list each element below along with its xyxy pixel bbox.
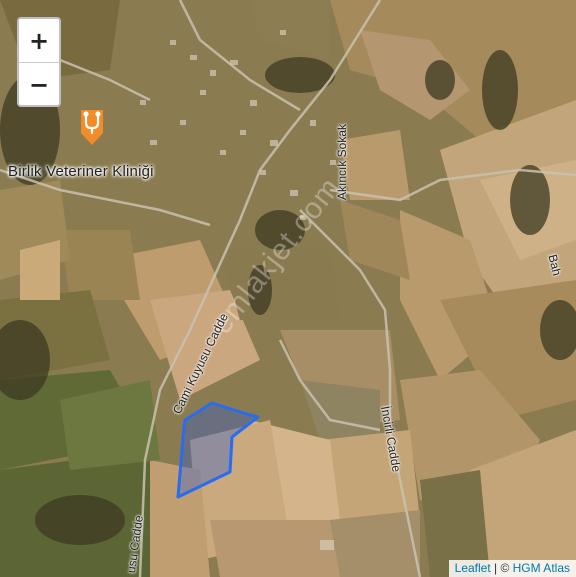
attribution-separator: | © xyxy=(490,561,513,575)
poi-label: Birlik Veteriner Kliniği xyxy=(8,163,154,180)
zoom-out-button[interactable]: − xyxy=(19,63,59,105)
map-attribution: Leaflet | © HGM Atlas xyxy=(448,560,576,577)
veterinary-icon xyxy=(81,110,103,145)
poi-marker[interactable] xyxy=(78,107,106,156)
road-label-akincik: Akıncık Sokak xyxy=(335,123,349,200)
zoom-in-button[interactable]: + xyxy=(19,19,59,63)
leaflet-link[interactable]: Leaflet xyxy=(455,561,491,575)
zoom-control: + − xyxy=(17,17,61,107)
satellite-map[interactable] xyxy=(0,0,576,577)
hgm-atlas-link[interactable]: HGM Atlas xyxy=(513,561,570,575)
